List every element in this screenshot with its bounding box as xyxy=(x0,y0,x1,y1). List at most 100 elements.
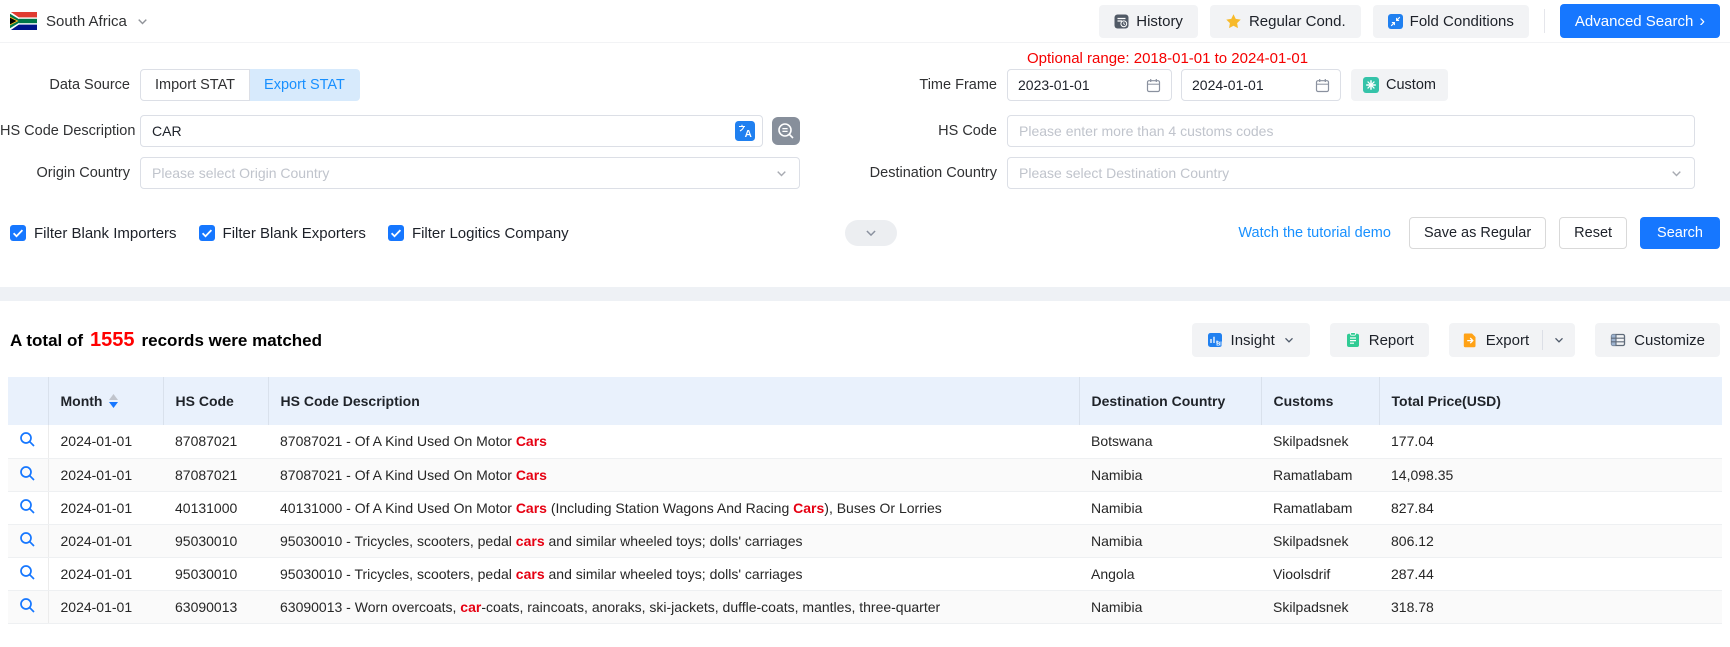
save-as-regular-button[interactable]: Save as Regular xyxy=(1409,217,1546,249)
sort-desc-icon xyxy=(109,402,118,408)
table-row: 2024-01-016309001363090013 - Worn overco… xyxy=(8,590,1722,623)
chevron-down-icon xyxy=(1670,167,1683,180)
hs-code-description-label: HS Code Description xyxy=(0,123,140,139)
star-icon xyxy=(1225,13,1242,30)
row-detail-cell xyxy=(8,425,48,458)
filter-checkbox-1[interactable]: Filter Blank Exporters xyxy=(199,225,366,242)
report-label: Report xyxy=(1369,332,1414,349)
tutorial-demo-link[interactable]: Watch the tutorial demo xyxy=(1238,225,1391,241)
svg-text:A: A xyxy=(745,129,752,140)
origin-country-placeholder: Please select Origin Country xyxy=(152,165,329,181)
advanced-search-button[interactable]: Advanced Search › xyxy=(1560,4,1720,38)
hs-code-description-input[interactable] xyxy=(140,115,763,147)
fold-conditions-label: Fold Conditions xyxy=(1410,13,1514,30)
row-search-icon[interactable] xyxy=(19,498,36,515)
export-stat-tab[interactable]: Export STAT xyxy=(250,69,360,101)
row-search-icon[interactable] xyxy=(19,465,36,482)
origin-country-select[interactable]: Please select Origin Country xyxy=(140,157,800,189)
toolbar-divider xyxy=(1544,9,1545,33)
report-icon xyxy=(1345,332,1361,348)
row-detail-cell xyxy=(8,524,48,557)
row-detail-cell xyxy=(8,557,48,590)
destination-country-label: Destination Country xyxy=(800,165,1007,181)
search-form: Optional range: 2018-01-01 to 2024-01-01… xyxy=(0,43,1730,287)
checkbox-checked-icon[interactable] xyxy=(388,225,404,241)
cell-hs-code: 95030010 xyxy=(163,557,268,590)
similar-search-icon xyxy=(772,133,800,148)
cell-total-price: 806.12 xyxy=(1379,524,1722,557)
cell-destination-country: Namibia xyxy=(1079,524,1261,557)
cell-month: 2024-01-01 xyxy=(48,458,163,491)
reset-button[interactable]: Reset xyxy=(1559,217,1627,249)
custom-grid-icon xyxy=(1363,77,1379,93)
cell-description: 95030010 - Tricycles, scooters, pedal ca… xyxy=(268,557,1079,590)
checkbox-checked-icon[interactable] xyxy=(199,225,215,241)
cell-customs: Ramatlabam xyxy=(1261,491,1379,524)
end-date-value: 2024-01-01 xyxy=(1192,77,1264,93)
start-date-input[interactable]: 2023-01-01 xyxy=(1007,69,1172,101)
hs-code-label: HS Code xyxy=(800,123,1007,139)
customize-button[interactable]: Customize xyxy=(1595,323,1720,357)
sort-icons[interactable] xyxy=(109,394,118,408)
insight-button[interactable]: BI Insight xyxy=(1192,323,1310,357)
svg-text:BI: BI xyxy=(1216,341,1222,347)
cell-hs-code: 40131000 xyxy=(163,491,268,524)
keyword-highlight: Cars xyxy=(793,500,824,516)
custom-range-button[interactable]: Custom xyxy=(1351,69,1448,101)
chevron-down-icon xyxy=(136,15,149,28)
row-search-icon[interactable] xyxy=(19,597,36,614)
keyword-highlight: cars xyxy=(516,533,545,549)
cell-hs-code: 87087021 xyxy=(163,458,268,491)
cell-destination-country: Namibia xyxy=(1079,590,1261,623)
export-split-button: Export xyxy=(1449,323,1575,357)
country-name: South Africa xyxy=(46,13,127,30)
table-header-row: MonthHS CodeHS Code DescriptionDestinati… xyxy=(8,377,1722,425)
insight-label: Insight xyxy=(1231,332,1275,349)
filter-checkbox-0[interactable]: Filter Blank Importers xyxy=(10,225,177,242)
cell-destination-country: Namibia xyxy=(1079,458,1261,491)
row-search-icon[interactable] xyxy=(19,531,36,548)
fold-conditions-button[interactable]: Fold Conditions xyxy=(1373,5,1529,38)
checkbox-label: Filter Blank Exporters xyxy=(223,225,366,242)
cell-customs: Skilpadsnek xyxy=(1261,524,1379,557)
cell-destination-country: Namibia xyxy=(1079,491,1261,524)
collapse-conditions-button[interactable] xyxy=(845,220,897,246)
cell-month: 2024-01-01 xyxy=(48,524,163,557)
regular-conditions-label: Regular Cond. xyxy=(1249,13,1346,30)
table-row: 2024-01-014013100040131000 - Of A Kind U… xyxy=(8,491,1722,524)
checkbox-label: Filter Logitics Company xyxy=(412,225,569,242)
cell-hs-code: 87087021 xyxy=(163,425,268,458)
cell-month: 2024-01-01 xyxy=(48,425,163,458)
results-bar: A total of 1555 records were matched BI … xyxy=(0,301,1730,377)
chevron-right-icon: › xyxy=(1699,12,1705,29)
row-search-icon[interactable] xyxy=(19,564,36,581)
report-button[interactable]: Report xyxy=(1330,323,1429,357)
filter-checkbox-2[interactable]: Filter Logitics Company xyxy=(388,225,569,242)
row-search-icon[interactable] xyxy=(19,431,36,448)
export-dropdown-button[interactable] xyxy=(1543,323,1575,357)
column-header-month[interactable]: Month xyxy=(48,377,163,425)
cell-description: 40131000 - Of A Kind Used On Motor Cars … xyxy=(268,491,1079,524)
sort-asc-icon xyxy=(109,394,118,400)
checkbox-checked-icon[interactable] xyxy=(10,225,26,241)
export-button[interactable]: Export xyxy=(1449,323,1542,357)
history-button[interactable]: History xyxy=(1099,5,1198,38)
calendar-icon xyxy=(1315,78,1330,93)
cell-description: 95030010 - Tricycles, scooters, pedal ca… xyxy=(268,524,1079,557)
cell-customs: Skilpadsnek xyxy=(1261,425,1379,458)
insight-icon: BI xyxy=(1207,332,1223,348)
end-date-input[interactable]: 2024-01-01 xyxy=(1181,69,1341,101)
translate-icon[interactable]: A xyxy=(735,121,755,141)
search-button[interactable]: Search xyxy=(1640,217,1720,249)
fold-conditions-icon xyxy=(1388,14,1403,29)
regular-conditions-button[interactable]: Regular Cond. xyxy=(1210,5,1361,38)
cell-total-price: 287.44 xyxy=(1379,557,1722,590)
cell-hs-code: 63090013 xyxy=(163,590,268,623)
import-stat-tab[interactable]: Import STAT xyxy=(140,69,250,101)
destination-country-select[interactable]: Please select Destination Country xyxy=(1007,157,1695,189)
similar-search-button[interactable] xyxy=(772,117,800,145)
country-selector[interactable]: South Africa xyxy=(10,12,149,30)
total-prefix: A total of xyxy=(10,331,83,351)
table-row: 2024-01-018708702187087021 - Of A Kind U… xyxy=(8,425,1722,458)
hs-code-input[interactable] xyxy=(1007,115,1695,147)
